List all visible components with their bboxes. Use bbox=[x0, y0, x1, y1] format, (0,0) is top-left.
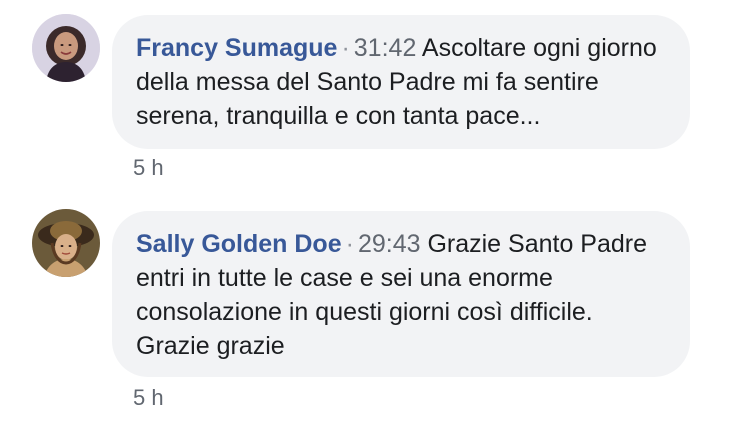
avatar-image-icon bbox=[32, 14, 100, 82]
separator-dot: · bbox=[341, 34, 350, 62]
comment-age[interactable]: 5 h bbox=[133, 385, 164, 411]
comment-bubble: Francy Sumague · 31:42 Ascoltare ogni gior… bbox=[112, 15, 690, 149]
separator-dot: · bbox=[345, 230, 354, 258]
avatar[interactable] bbox=[32, 14, 100, 82]
video-timestamp-link[interactable]: 29:43 bbox=[358, 230, 421, 258]
comment-age[interactable]: 5 h bbox=[133, 155, 164, 181]
avatar-image-icon bbox=[32, 209, 100, 277]
comment-author[interactable]: Sally Golden Doe bbox=[136, 230, 342, 258]
comment-bubble: Sally Golden Doe · 29:43 Grazie Santo Padr… bbox=[112, 211, 690, 377]
video-timestamp-link[interactable]: 31:42 bbox=[354, 34, 417, 62]
avatar[interactable] bbox=[32, 209, 100, 277]
comment-author[interactable]: Francy Sumague bbox=[136, 34, 337, 62]
comments-thread: Francy Sumague · 31:42 Ascoltare ogni gior… bbox=[0, 0, 750, 422]
